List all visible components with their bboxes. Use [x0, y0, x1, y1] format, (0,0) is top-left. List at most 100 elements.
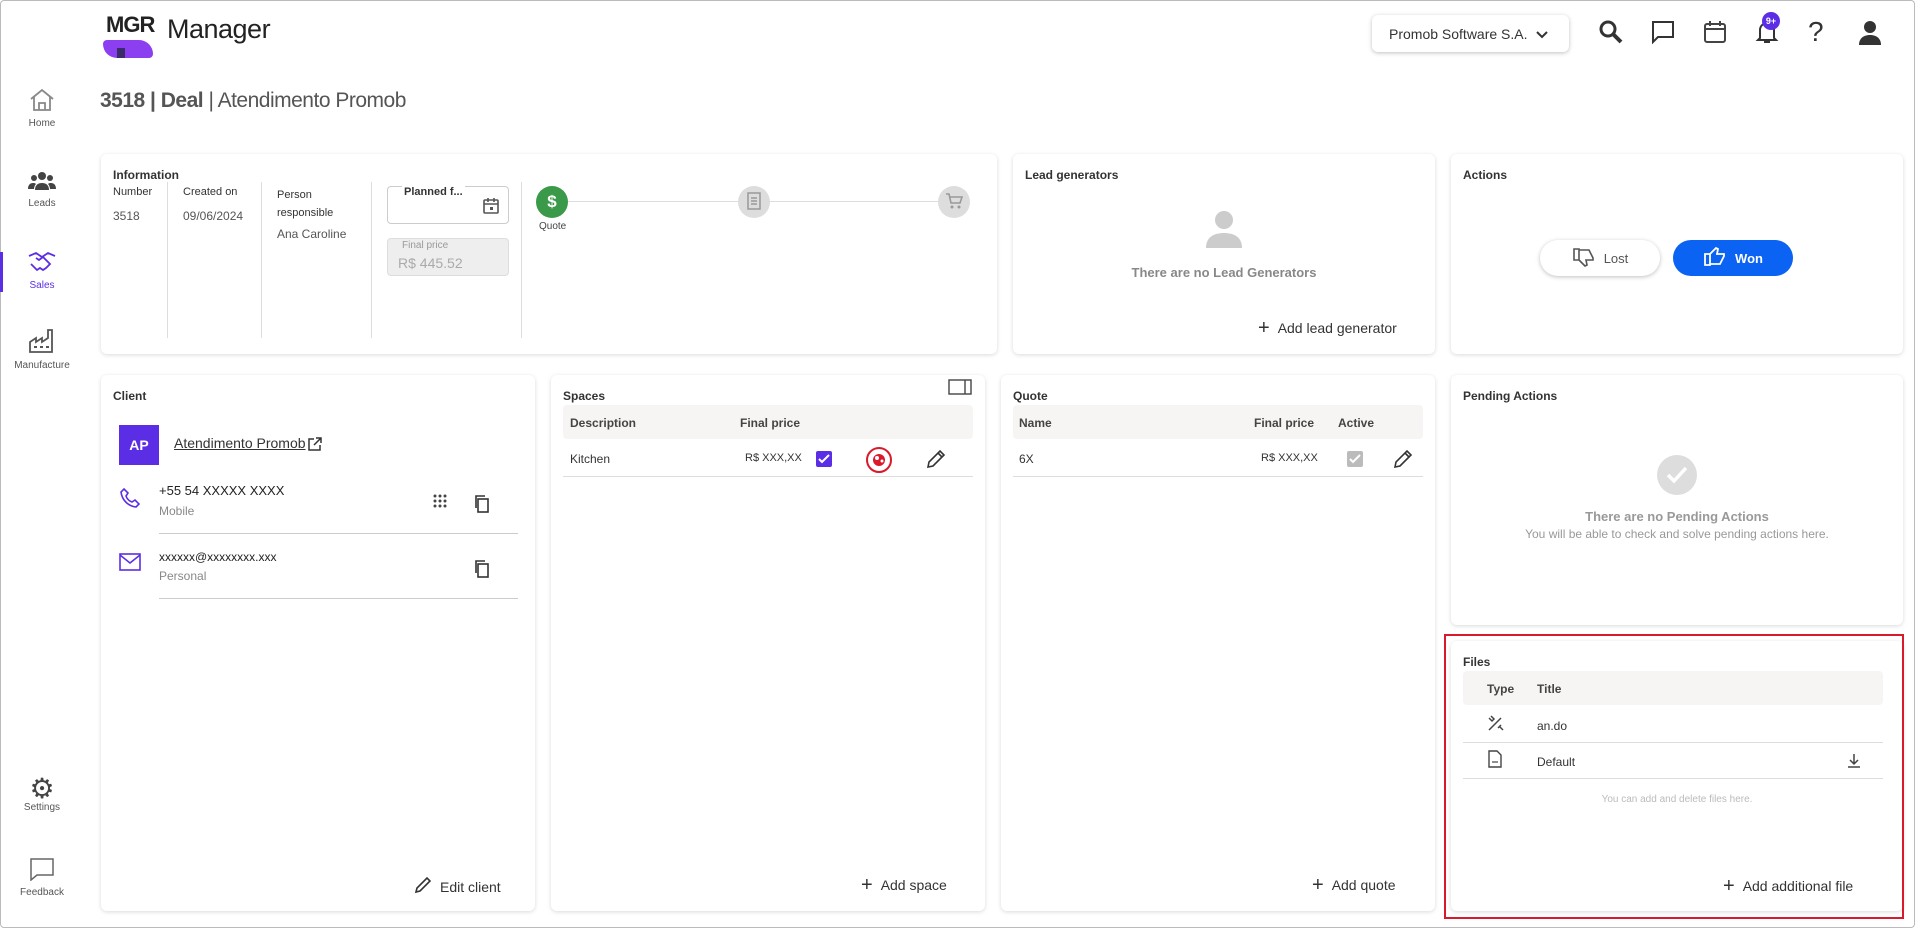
won-button[interactable]: Won — [1673, 240, 1793, 276]
pencil-icon — [414, 876, 432, 897]
edit-client-label: Edit client — [440, 878, 501, 895]
company-name: Promob Software S.A. — [1389, 25, 1528, 42]
mail-icon — [119, 553, 141, 574]
phone-type: Mobile — [159, 504, 195, 518]
col-name: Name — [1019, 416, 1052, 430]
lost-label: Lost — [1603, 250, 1629, 266]
thumbs-up-icon — [1703, 246, 1727, 270]
client-title: Client — [113, 389, 147, 403]
company-select[interactable]: Promob Software S.A. — [1372, 15, 1569, 52]
sidebar-item-label: Settings — [23, 802, 61, 813]
render-icon[interactable] — [866, 447, 892, 473]
table-row[interactable]: Kitchen R$ XXX,XX — [563, 441, 973, 477]
divider — [159, 598, 518, 599]
handshake-icon — [27, 250, 57, 280]
edit-client-button[interactable]: Edit client — [414, 876, 501, 897]
email-address: xxxxxx@xxxxxxxx.xxx — [159, 550, 277, 564]
sidebar-item-leads[interactable]: Leads — [0, 170, 84, 209]
final-price-field: Final price R$ 445.52 — [387, 238, 509, 276]
user-placeholder-icon — [1203, 208, 1245, 253]
avatar-initials: AP — [129, 437, 149, 453]
sidebar-item-home[interactable]: Home — [0, 88, 84, 129]
sidebar-item-label: Feedback — [20, 887, 64, 898]
planned-label: Planned f... — [402, 186, 465, 198]
add-quote-label: Add quote — [1331, 877, 1396, 893]
planned-date-field[interactable]: Planned f... — [387, 186, 509, 224]
checkbox-checked[interactable] — [816, 451, 832, 467]
notification-badge: 9+ — [1762, 12, 1780, 30]
feedback-icon — [29, 857, 55, 887]
divider — [167, 182, 168, 338]
sidebar-item-label: Leads — [28, 198, 56, 209]
title-separator: | — [203, 89, 218, 112]
dialpad-icon[interactable] — [433, 494, 447, 513]
spaces-card: Spaces Description Final price Kitchen R… — [551, 375, 985, 911]
dollar-icon: $ — [547, 192, 557, 211]
step-quote-label: Quote — [539, 221, 567, 232]
quote-table-header: Name Final price Active — [1013, 405, 1423, 439]
copy-icon[interactable] — [474, 560, 490, 581]
sidebar-item-sales[interactable]: Sales — [0, 250, 84, 291]
copy-icon[interactable] — [474, 495, 490, 516]
created-value: 09/06/2024 — [183, 209, 244, 223]
pending-title: Pending Actions — [1463, 389, 1558, 403]
quote-price: R$ XXX,XX — [1261, 452, 1318, 464]
step-order[interactable] — [738, 186, 770, 218]
client-card: Client AP Atendimento Promob +55 54 XXXX… — [101, 375, 535, 911]
divider — [521, 182, 522, 338]
number-value: 3518 — [113, 209, 140, 223]
col-description: Description — [570, 416, 637, 430]
information-title: Information — [113, 168, 179, 182]
external-link-icon[interactable] — [307, 436, 323, 455]
quote-title: Quote — [1013, 389, 1048, 403]
col-active: Active — [1338, 416, 1375, 430]
help-icon[interactable]: ? — [1808, 16, 1824, 48]
actions-title: Actions — [1463, 168, 1508, 182]
panel-icon[interactable] — [948, 379, 972, 398]
chat-icon[interactable] — [1650, 19, 1676, 48]
step-quote[interactable]: $ — [536, 186, 568, 218]
check-circle-icon — [1657, 455, 1697, 495]
step-purchase[interactable] — [938, 186, 970, 218]
spaces-table-header: Description Final price — [563, 405, 973, 439]
add-lead-generator-button[interactable]: + Add lead generator — [1258, 318, 1397, 338]
table-row[interactable]: 6X R$ XXX,XX — [1013, 441, 1423, 477]
thumbs-down-icon — [1572, 247, 1596, 270]
won-label: Won — [1735, 250, 1763, 266]
plus-icon: + — [1258, 317, 1270, 339]
pencil-icon[interactable] — [926, 449, 946, 472]
checkbox-disabled — [1347, 451, 1363, 467]
page-title: 3518 | Deal | Atendimento Promob — [100, 89, 406, 113]
calendar-icon[interactable] — [1702, 19, 1728, 48]
add-quote-button[interactable]: + Add quote — [1312, 875, 1396, 895]
chevron-down-icon — [1535, 26, 1548, 42]
created-label: Created on — [183, 186, 238, 198]
user-icon[interactable] — [1857, 19, 1883, 48]
people-icon — [28, 170, 56, 198]
deal-name: Atendimento Promob — [217, 89, 407, 112]
person-label: Person responsible — [277, 189, 334, 219]
col-final-price: Final price — [740, 416, 801, 430]
lead-generators-title: Lead generators — [1025, 168, 1119, 182]
app-logo[interactable]: MGR — [103, 12, 155, 58]
divider — [159, 533, 518, 534]
calendar-icon[interactable] — [482, 197, 500, 218]
lost-button[interactable]: Lost — [1540, 240, 1660, 276]
pending-empty: There are no Pending Actions — [1585, 509, 1769, 524]
sidebar-item-feedback[interactable]: Feedback — [0, 857, 84, 898]
client-name-link[interactable]: Atendimento Promob — [174, 435, 306, 451]
phone-number: +55 54 XXXXX XXXX — [159, 483, 285, 498]
pencil-icon[interactable] — [1393, 449, 1413, 472]
plus-icon: + — [861, 874, 873, 896]
add-space-button[interactable]: + Add space — [861, 875, 947, 895]
search-icon[interactable] — [1598, 19, 1624, 48]
factory-icon — [28, 328, 56, 360]
sidebar-item-settings[interactable]: ⚙ Settings — [0, 775, 84, 814]
divider — [371, 182, 372, 338]
app-title: Manager — [167, 14, 271, 44]
deal-id: 3518 — [100, 89, 145, 112]
information-card: Information Number 3518 Created on 09/06… — [101, 154, 997, 354]
space-description: Kitchen — [570, 452, 611, 466]
sidebar-item-manufacture[interactable]: Manufacture — [0, 328, 84, 371]
final-price-label: Final price — [402, 240, 449, 251]
